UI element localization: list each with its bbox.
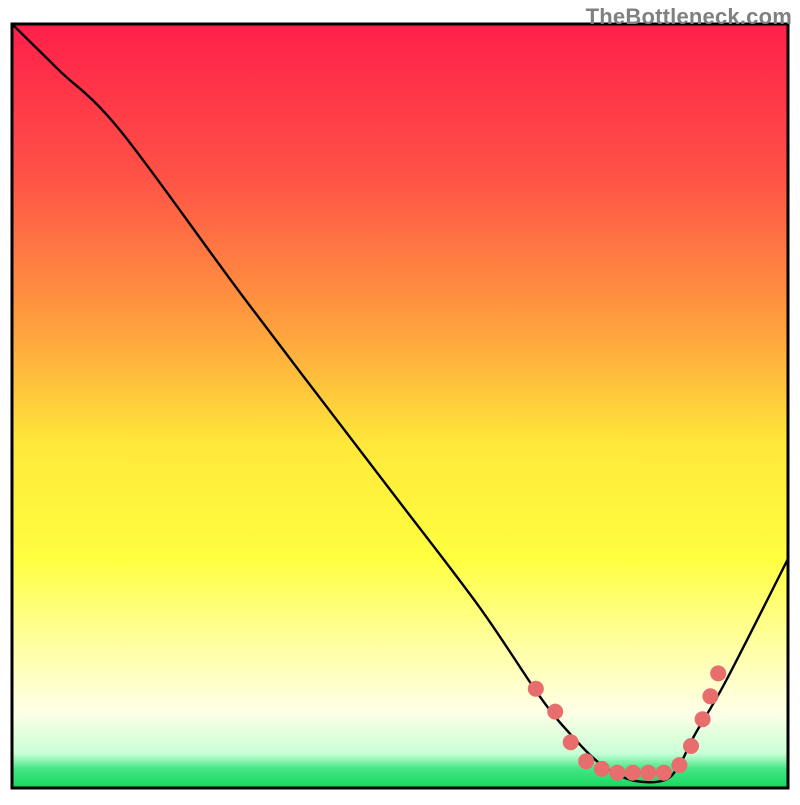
scatter-dot (695, 711, 711, 727)
scatter-dot (594, 761, 610, 777)
bottleneck-chart (0, 0, 800, 800)
scatter-dot (528, 681, 544, 697)
scatter-dot (625, 765, 641, 781)
chart-root: TheBottleneck.com (0, 0, 800, 800)
gradient-background (12, 24, 788, 788)
watermark-text: TheBottleneck.com (586, 4, 792, 30)
scatter-dot (563, 734, 579, 750)
scatter-dot (683, 738, 699, 754)
scatter-dot (578, 753, 594, 769)
scatter-dot (702, 688, 718, 704)
scatter-dot (656, 765, 672, 781)
scatter-dot (547, 704, 563, 720)
scatter-dot (640, 765, 656, 781)
scatter-dot (710, 665, 726, 681)
scatter-dot (671, 757, 687, 773)
scatter-dot (609, 765, 625, 781)
